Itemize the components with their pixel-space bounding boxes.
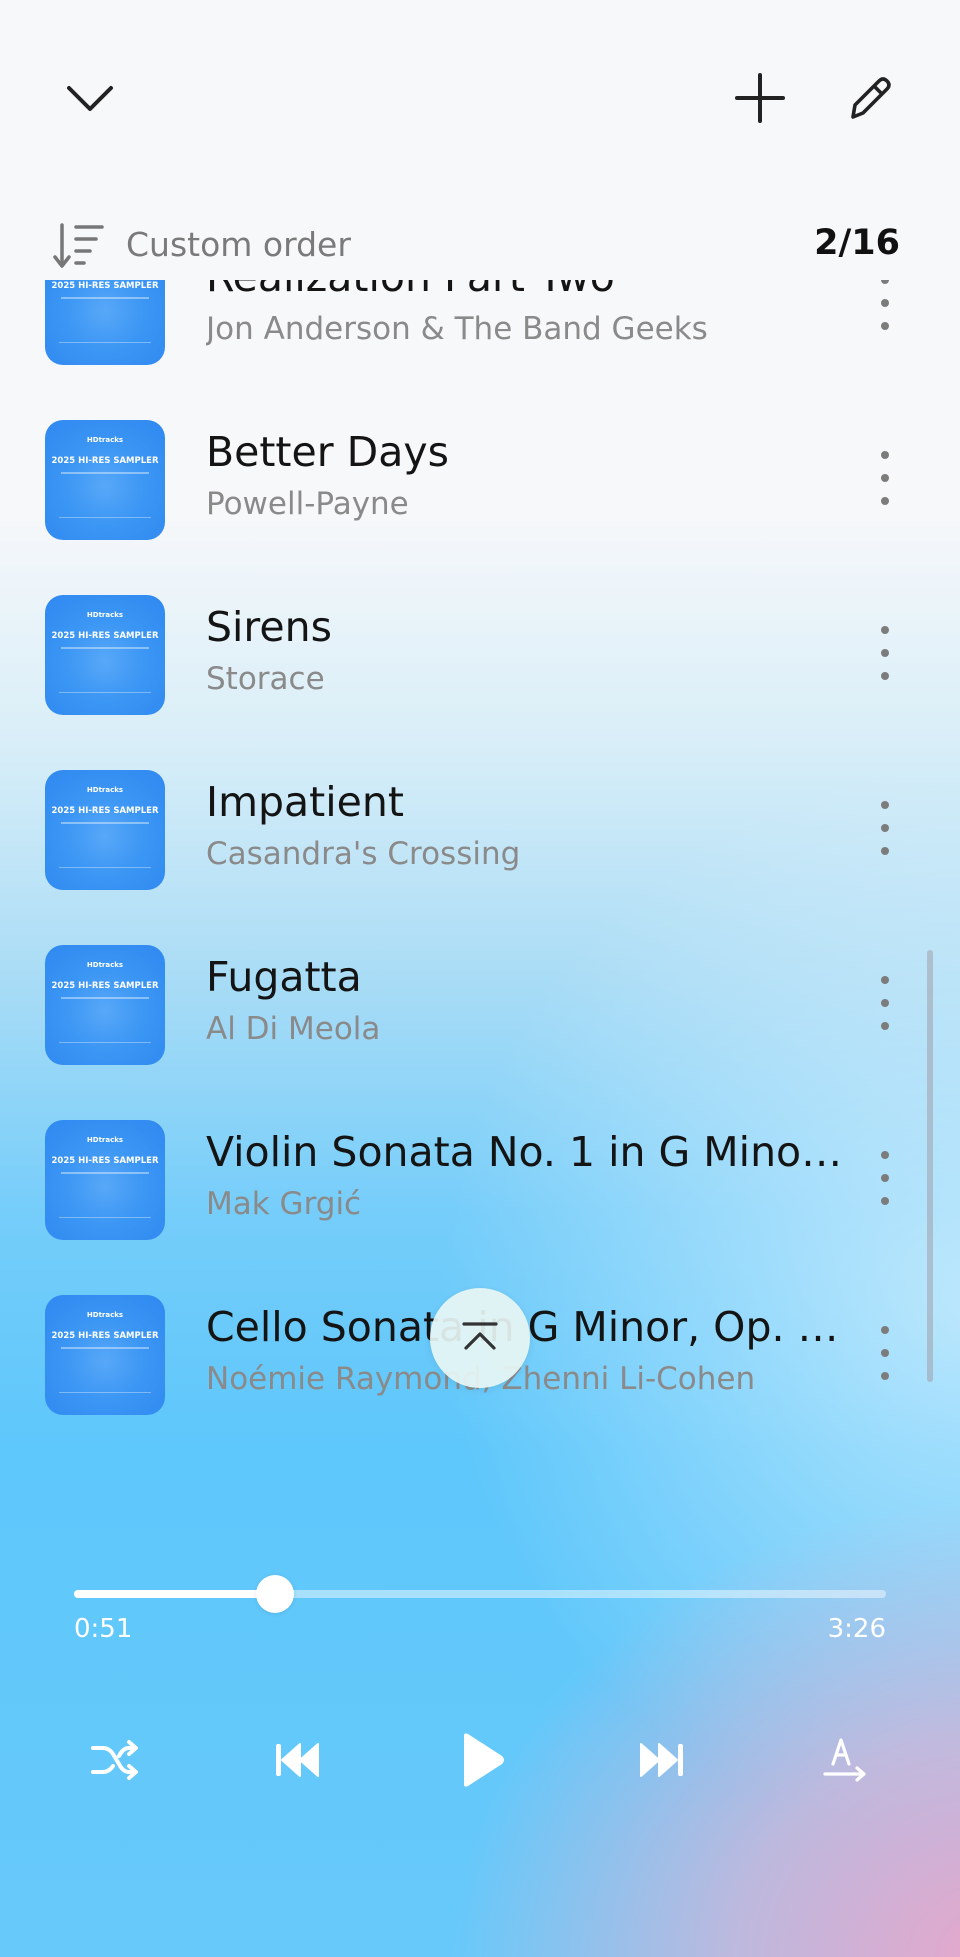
track-artist: Casandra's Crossing [206,836,521,872]
track-artist: Al Di Meola [206,1011,381,1047]
total-duration: 3:26 [827,1614,886,1644]
more-options-button[interactable] [865,788,905,868]
queue-position: 2/16 [814,223,900,263]
track-row[interactable]: HDtracks 2025 HI-RES SAMPLER Realization… [0,280,960,398]
track-title: Violin Sonata No. 1 in G Minor, B... [206,1128,846,1176]
track-artist: Mak Grgić [206,1186,362,1222]
track-list: HDtracks 2025 HI-RES SAMPLER Realization… [0,280,960,1430]
add-button[interactable] [720,58,800,138]
plus-icon [735,73,785,123]
shuffle-icon [91,1740,138,1780]
album-art: HDtracks 2025 HI-RES SAMPLER [45,595,165,715]
skip-next-icon [640,1743,683,1777]
edit-button[interactable] [830,58,910,138]
text-direction-icon [823,1738,866,1782]
collapse-button[interactable] [50,58,130,138]
next-button[interactable] [623,1720,703,1800]
track-title: Sirens [206,603,332,651]
track-title: Realization Part Two [206,280,846,301]
album-art: HDtracks 2025 HI-RES SAMPLER [45,1295,165,1415]
album-art: HDtracks 2025 HI-RES SAMPLER [45,1120,165,1240]
progress-bar[interactable] [74,1575,886,1613]
album-art: HDtracks 2025 HI-RES SAMPLER [45,280,165,365]
track-row[interactable]: HDtracks 2025 HI-RES SAMPLER Impatient C… [0,748,960,923]
more-options-button[interactable] [865,1313,905,1393]
progress-fill [74,1590,275,1598]
more-options-button[interactable] [865,613,905,693]
track-row[interactable]: HDtracks 2025 HI-RES SAMPLER Violin Sona… [0,1098,960,1273]
track-artist: Noémie Raymond, Zhenni Li-Cohen [206,1361,756,1397]
sort-bar: Custom order 2/16 [0,215,960,275]
scroll-to-top-button[interactable] [430,1288,530,1388]
playback-controls [0,1720,960,1800]
chevron-up-bar-icon [462,1322,498,1350]
play-icon [464,1733,504,1787]
play-button[interactable] [440,1720,520,1800]
more-options-button[interactable] [865,963,905,1043]
album-art: HDtracks 2025 HI-RES SAMPLER [45,945,165,1065]
skip-previous-icon [276,1743,319,1777]
track-artist: Jon Anderson & The Band Geeks [206,311,708,347]
top-bar [0,0,960,200]
progress-knob[interactable] [255,1575,294,1613]
more-options-button[interactable] [865,438,905,518]
track-title: Impatient [206,778,404,826]
track-artist: Powell-Payne [206,486,409,522]
pencil-icon [851,77,891,119]
track-row[interactable]: HDtracks 2025 HI-RES SAMPLER Better Days… [0,398,960,573]
previous-button[interactable] [256,1720,336,1800]
more-options-button[interactable] [865,1138,905,1218]
more-options-button[interactable] [865,280,905,343]
sort-icon[interactable] [52,221,108,271]
scrollbar[interactable] [927,950,933,1382]
lyrics-button[interactable] [805,1720,885,1800]
track-row[interactable]: HDtracks 2025 HI-RES SAMPLER Fugatta Al … [0,923,960,1098]
track-row[interactable]: HDtracks 2025 HI-RES SAMPLER Sirens Stor… [0,573,960,748]
track-title: Better Days [206,428,449,476]
shuffle-button[interactable] [75,1720,155,1800]
chevron-down-icon [67,86,113,111]
sort-label[interactable]: Custom order [126,225,351,264]
elapsed-time: 0:51 [74,1614,133,1644]
album-art: HDtracks 2025 HI-RES SAMPLER [45,770,165,890]
album-art: HDtracks 2025 HI-RES SAMPLER [45,420,165,540]
track-artist: Storace [206,661,325,697]
track-title: Fugatta [206,953,362,1001]
